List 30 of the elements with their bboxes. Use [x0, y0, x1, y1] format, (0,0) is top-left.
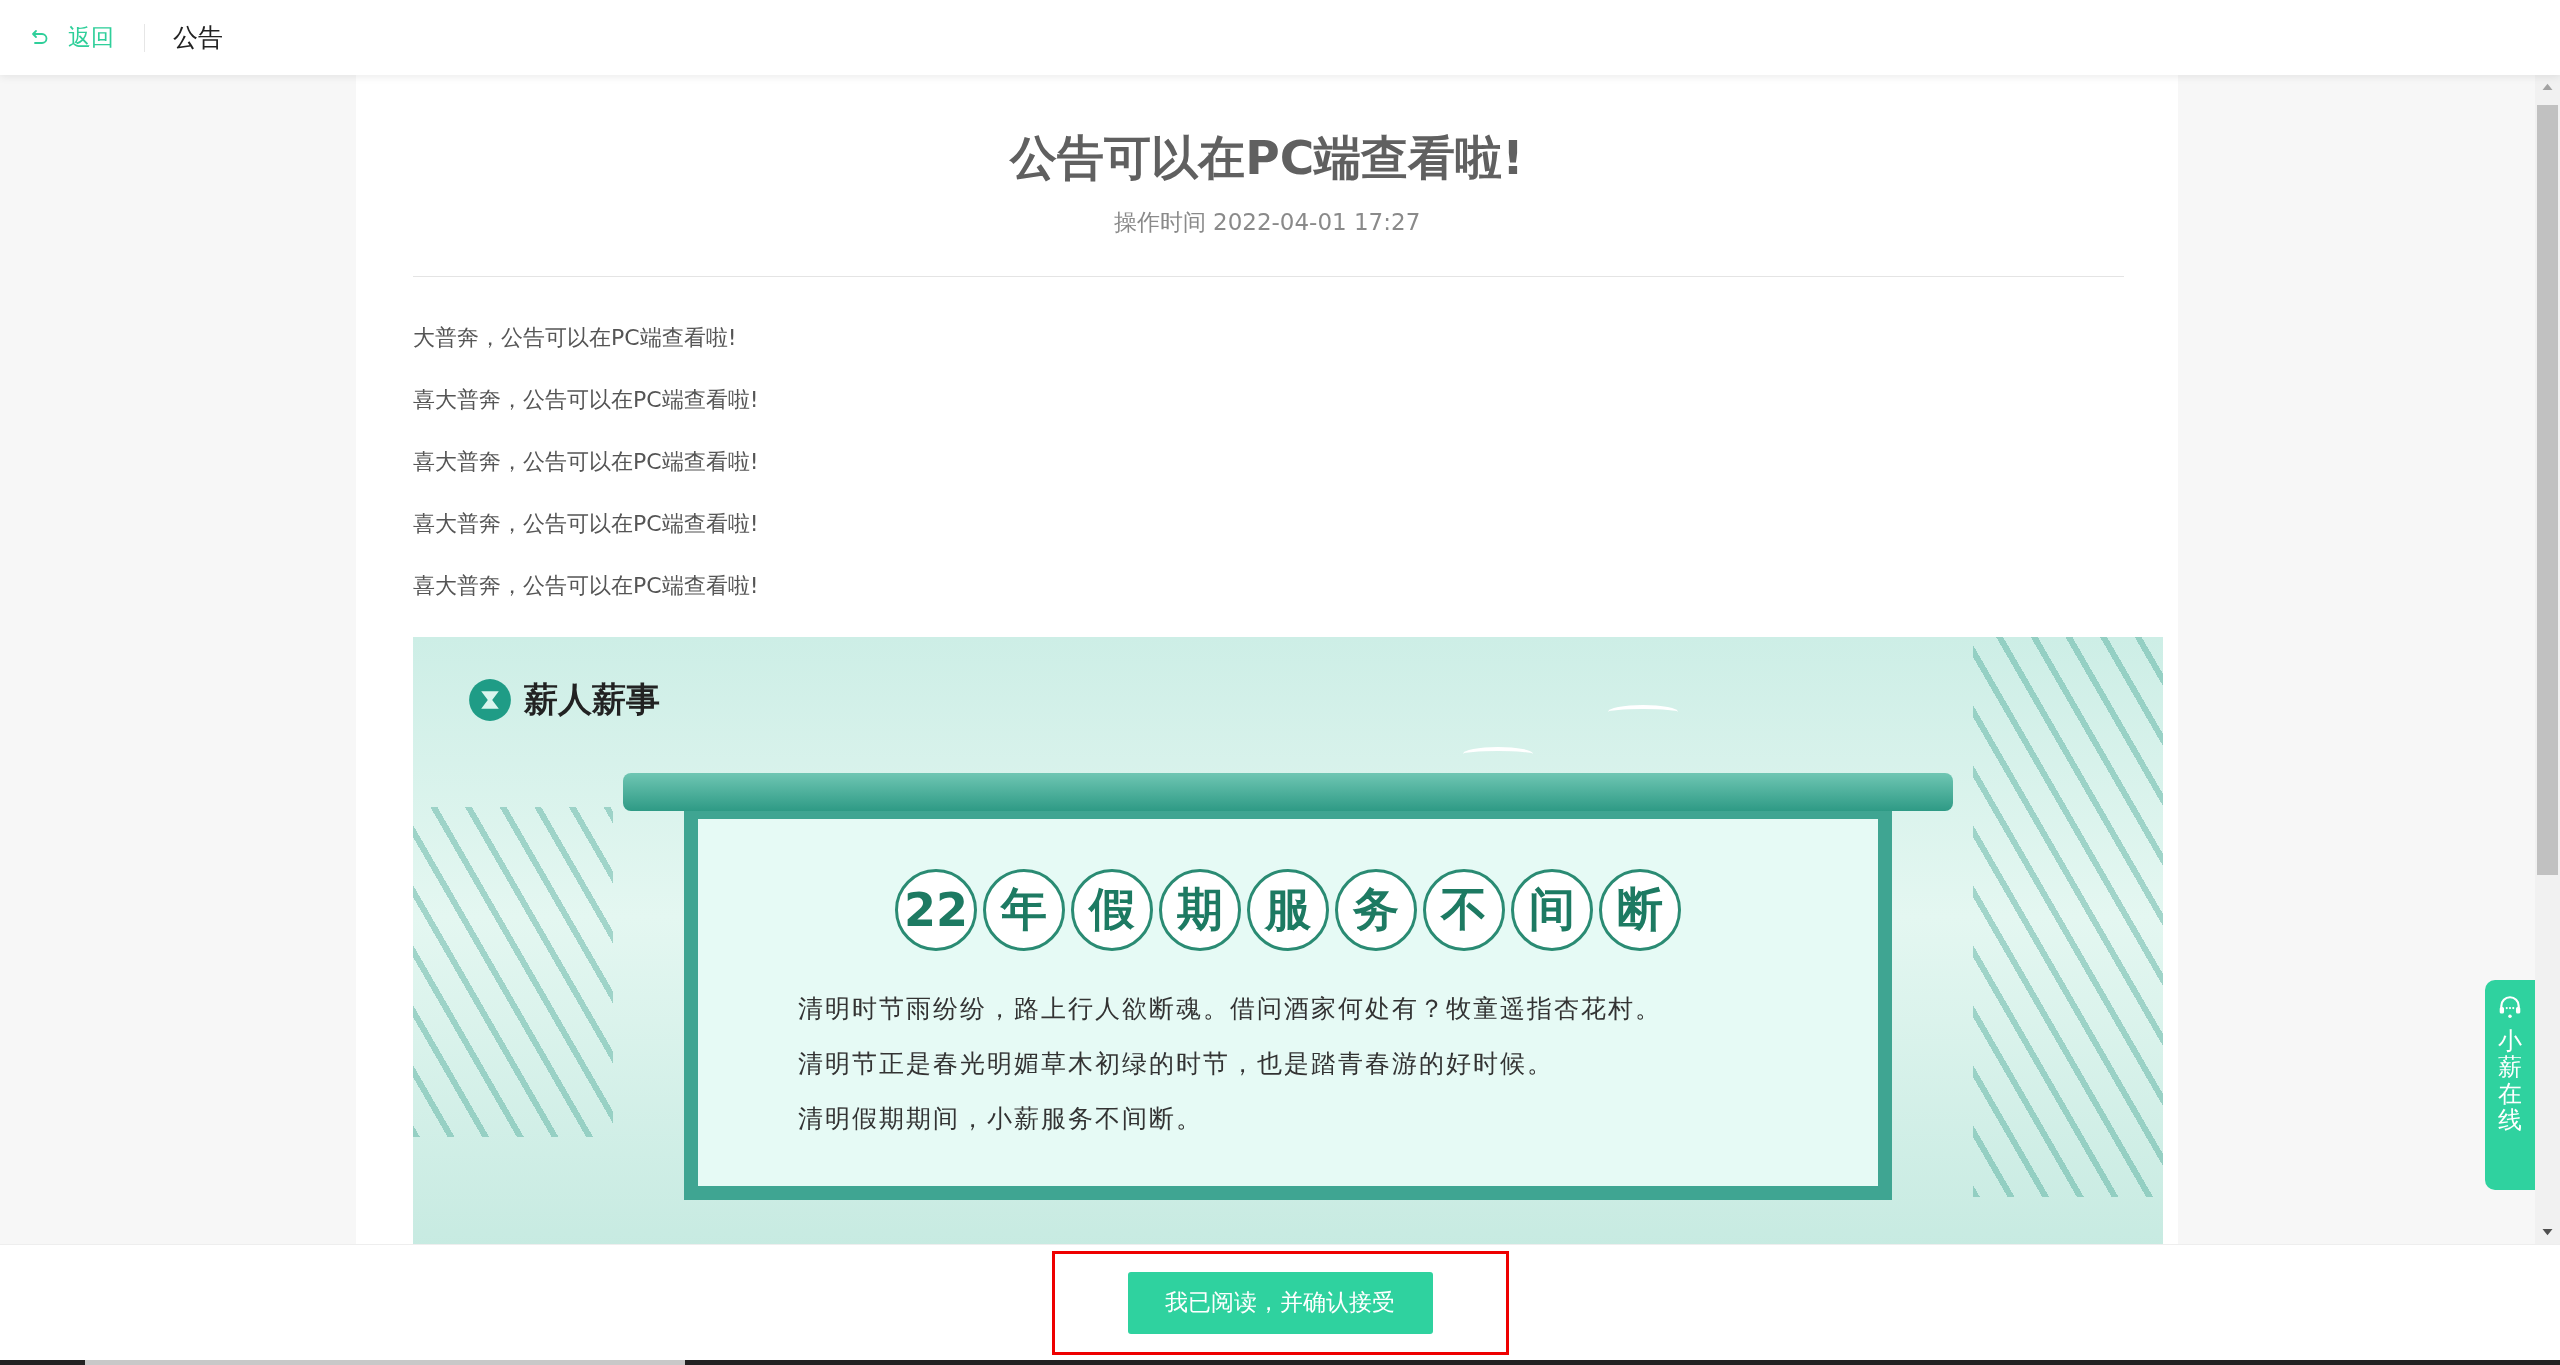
banner-text: 清明节正是春光明媚草木初绿的时节，也是踏青春游的好时候。 [798, 1048, 1554, 1080]
headset-icon [2497, 994, 2523, 1020]
notice-paragraph: 喜大普奔，公告可以在PC端查看啦! [413, 572, 760, 600]
horizontal-scroll-thumb[interactable] [85, 1360, 685, 1365]
headline-character: 务 [1335, 869, 1417, 951]
headline-character: 不 [1423, 869, 1505, 951]
notice-title: 公告可以在PC端查看啦! [1008, 129, 1525, 187]
horizontal-scrollbar[interactable] [0, 1360, 2560, 1365]
notice-paragraph: 喜大普奔，公告可以在PC端查看啦! [413, 510, 760, 538]
headline-character: 间 [1511, 869, 1593, 951]
chat-widget[interactable]: 小薪在线 [2485, 980, 2535, 1190]
scrollbar[interactable] [2535, 75, 2560, 1244]
headline-character: 期 [1159, 869, 1241, 951]
notice-paragraph: 喜大普奔，公告可以在PC端查看啦! [413, 448, 760, 476]
notice-paragraph: 喜大普奔，公告可以在PC端查看啦! [413, 386, 760, 414]
brand-name: 薪人薪事 [524, 678, 660, 721]
headline-character: 22 [895, 869, 977, 951]
headline-character: 假 [1071, 869, 1153, 951]
headline-character: 年 [983, 869, 1065, 951]
accept-button[interactable]: 我已阅读，并确认接受 [1127, 1271, 1433, 1334]
notice-paragraph: 大普奔，公告可以在PC端查看啦! [413, 324, 738, 352]
banner-text: 清明时节雨纷纷，路上行人欲断魂。借问酒家何处有？牧童遥指杏花村。 [798, 993, 1662, 1025]
back-link[interactable]: 返回 [30, 22, 114, 53]
page-title: 公告 [173, 22, 223, 54]
scroll-thumb[interactable] [2537, 105, 2558, 875]
logo-icon [468, 678, 512, 722]
headline-character: 服 [1247, 869, 1329, 951]
headline-character: 断 [1599, 869, 1681, 951]
notice-time: 操作时间 2022-04-01 17:27 [1112, 208, 1422, 237]
banner-text: 清明假期期间，小薪服务不间断。 [798, 1103, 1203, 1135]
